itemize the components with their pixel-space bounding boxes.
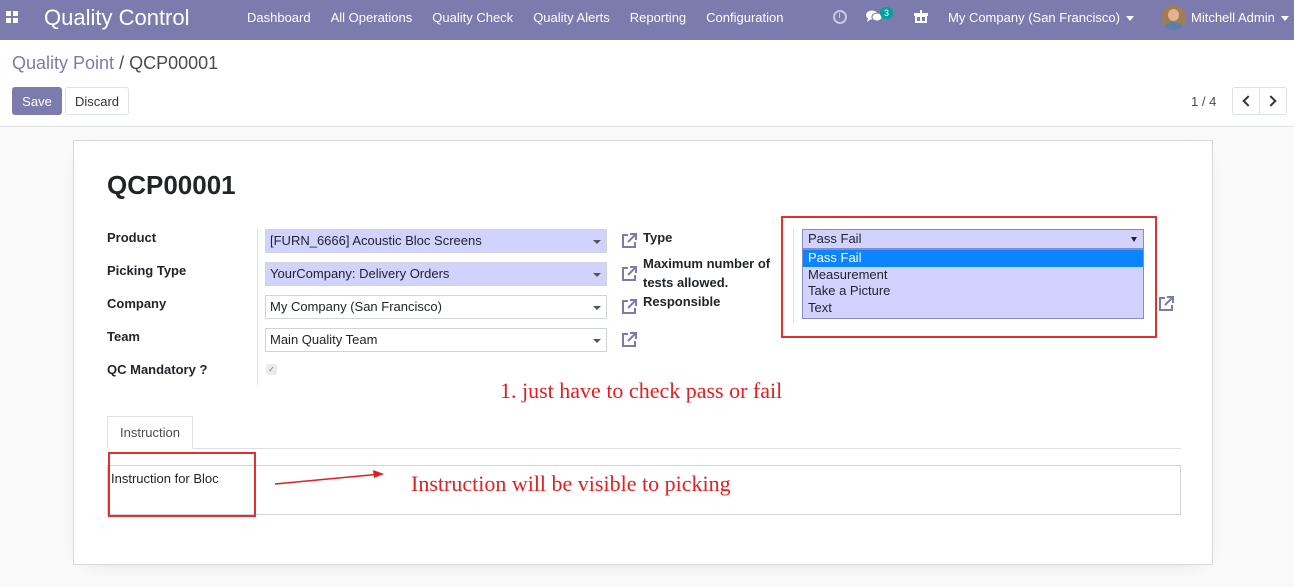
- control-panel: Quality Point / QCP00001 Save Discard 1 / …: [0, 40, 1294, 127]
- top-navbar: Quality Control Dashboard All Operations…: [0, 0, 1294, 40]
- max-tests-label-line1: Maximum number of: [643, 256, 771, 271]
- type-value: Pass Fail: [808, 231, 862, 246]
- external-link-icon[interactable]: [1157, 295, 1175, 313]
- company-switcher[interactable]: My Company (San Francisco): [948, 0, 1134, 36]
- picking-type-field[interactable]: YourCompany: Delivery Orders: [265, 262, 607, 286]
- team-value: Main Quality Team: [270, 332, 378, 347]
- breadcrumb-parent[interactable]: Quality Point: [12, 53, 114, 73]
- save-button[interactable]: Save: [12, 87, 62, 115]
- discard-button[interactable]: Discard: [65, 87, 129, 115]
- type-option-measurement[interactable]: Measurement: [803, 267, 1143, 284]
- type-option-pass-fail[interactable]: Pass Fail: [803, 250, 1143, 267]
- user-name: Mitchell Admin: [1191, 10, 1275, 25]
- type-select[interactable]: Pass Fail: [802, 229, 1144, 249]
- external-link-icon[interactable]: [620, 298, 638, 316]
- type-option-take-a-picture[interactable]: Take a Picture: [803, 283, 1143, 300]
- external-link-icon[interactable]: [620, 265, 638, 283]
- breadcrumb-separator: /: [119, 53, 125, 73]
- product-label: Product: [107, 230, 157, 245]
- main-menu: Dashboard All Operations Quality Check Q…: [237, 0, 793, 40]
- user-menu[interactable]: Mitchell Admin: [1191, 0, 1289, 36]
- app-brand[interactable]: Quality Control: [44, 5, 190, 31]
- type-label: Type: [643, 230, 673, 245]
- type-option-text[interactable]: Text: [803, 300, 1143, 317]
- picking-type-label: Picking Type: [107, 263, 187, 278]
- pager-next-button[interactable]: [1259, 87, 1287, 115]
- gift-icon[interactable]: [914, 10, 928, 23]
- menu-quality-check[interactable]: Quality Check: [422, 0, 523, 40]
- menu-configuration[interactable]: Configuration: [696, 0, 793, 40]
- menu-all-operations[interactable]: All Operations: [321, 0, 423, 40]
- responsible-label: Responsible: [643, 294, 721, 309]
- qc-mandatory-label: QC Mandatory ?: [107, 362, 208, 377]
- type-options-list: Pass Fail Measurement Take a Picture Tex…: [802, 249, 1144, 319]
- annotation-note-2: Instruction will be visible to picking: [411, 471, 731, 496]
- chevron-down-icon[interactable]: [593, 306, 601, 310]
- apps-grid-icon[interactable]: [6, 11, 20, 25]
- breadcrumb-current: QCP00001: [129, 53, 219, 73]
- chevron-left-icon: [1242, 95, 1254, 107]
- chevron-down-icon[interactable]: [593, 339, 601, 343]
- annotation-arrow: [274, 470, 384, 485]
- annotation-note-1: 1. just have to check pass or fail: [500, 378, 783, 403]
- chevron-down-icon: [1125, 16, 1134, 22]
- avatar[interactable]: [1161, 5, 1186, 30]
- pager-value[interactable]: 1 / 4: [1191, 94, 1216, 109]
- chevron-right-icon: [1265, 95, 1277, 107]
- record-title: QCP00001: [107, 170, 236, 200]
- chevron-down-icon: [1131, 237, 1137, 242]
- max-tests-label-line2: tests allowed.: [643, 275, 729, 290]
- product-value: [FURN_6666] Acoustic Bloc Screens: [270, 233, 482, 248]
- notebook-tab-line: [107, 448, 1181, 449]
- company-value: My Company (San Francisco): [270, 299, 442, 314]
- chevron-down-icon: [1280, 16, 1289, 22]
- menu-quality-alerts[interactable]: Quality Alerts: [523, 0, 620, 40]
- tab-instruction[interactable]: Instruction: [107, 416, 193, 449]
- menu-reporting[interactable]: Reporting: [620, 0, 696, 40]
- company-name: My Company (San Francisco): [948, 10, 1120, 25]
- annotation-highlight-instruction: [108, 452, 256, 517]
- chevron-down-icon[interactable]: [593, 240, 601, 244]
- team-label: Team: [107, 329, 140, 344]
- clock-icon[interactable]: [833, 10, 847, 24]
- column-divider: [257, 229, 258, 385]
- company-label: Company: [107, 296, 167, 311]
- product-field[interactable]: [FURN_6666] Acoustic Bloc Screens: [265, 229, 607, 253]
- external-link-icon[interactable]: [620, 232, 638, 250]
- chevron-down-icon[interactable]: [593, 273, 601, 277]
- pager-previous-button[interactable]: [1232, 87, 1260, 115]
- company-field[interactable]: My Company (San Francisco): [265, 295, 607, 319]
- form-sheet: QCP00001 Product Picking Type Company Te…: [73, 140, 1213, 565]
- menu-dashboard[interactable]: Dashboard: [237, 0, 321, 40]
- breadcrumb: Quality Point / QCP00001: [12, 53, 218, 74]
- external-link-icon[interactable]: [620, 331, 638, 349]
- picking-type-value: YourCompany: Delivery Orders: [270, 266, 450, 281]
- chat-count-badge: 3: [880, 7, 894, 19]
- qc-mandatory-checkbox[interactable]: ✓: [266, 364, 277, 375]
- team-field[interactable]: Main Quality Team: [265, 328, 607, 352]
